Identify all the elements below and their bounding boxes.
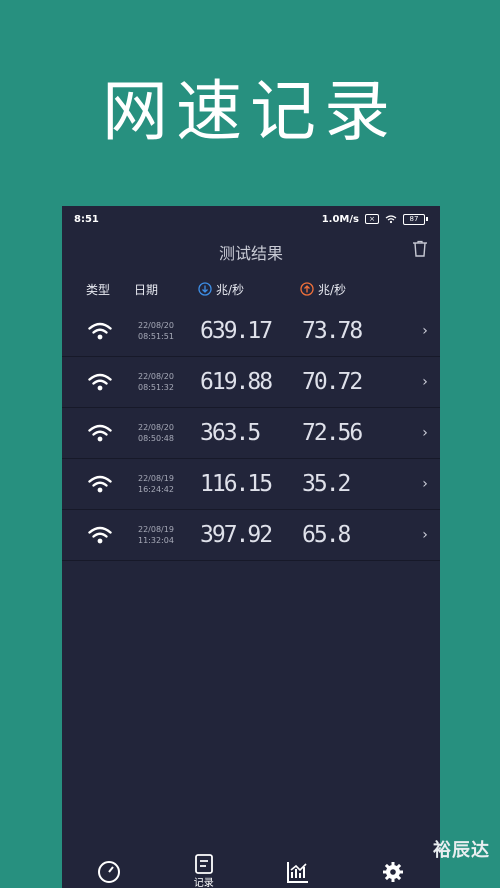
record-time: 16:24:42 <box>138 485 174 494</box>
speedometer-icon <box>98 861 121 883</box>
app-bar: 测试结果 <box>62 232 440 272</box>
record-download: 397.92 <box>200 522 273 548</box>
bottom-nav: 记录 <box>62 852 440 888</box>
chevron-right-icon[interactable]: › <box>410 527 440 543</box>
record-row[interactable]: 22/08/19 11:32:04 397.92 65.8 › <box>62 510 440 561</box>
column-upload-label: 兆/秒 <box>318 282 347 297</box>
column-header: 类型 日期 兆/秒 兆/秒 <box>62 272 440 306</box>
chevron-right-icon[interactable]: › <box>410 374 440 390</box>
record-date: 22/08/20 <box>138 372 174 381</box>
column-download: 兆/秒 <box>198 281 300 298</box>
status-bar: 8:51 1.0M/s × 87 <box>62 206 440 232</box>
record-upload: 72.56 <box>302 420 363 446</box>
nav-settings[interactable] <box>363 852 423 883</box>
column-download-label: 兆/秒 <box>216 282 245 297</box>
nav-speedtest[interactable] <box>79 852 139 884</box>
record-upload: 65.8 <box>302 522 351 548</box>
record-datetime: 22/08/20 08:51:32 <box>138 371 200 393</box>
battery-level: 87 <box>403 213 425 225</box>
record-time: 08:51:51 <box>138 332 174 341</box>
wifi-icon <box>62 475 138 493</box>
record-upload: 73.78 <box>302 318 363 344</box>
network-speed: 1.0M/s <box>321 213 359 225</box>
record-time: 08:51:32 <box>138 383 174 392</box>
trash-icon[interactable] <box>412 240 428 258</box>
promo-title: 网速记录 <box>102 73 398 150</box>
nav-records-label: 记录 <box>193 878 214 888</box>
nav-records[interactable]: 记录 <box>174 852 234 888</box>
wifi-icon <box>62 424 138 442</box>
nav-chart[interactable] <box>268 852 328 884</box>
status-time: 8:51 <box>74 213 99 225</box>
record-upload: 35.2 <box>302 471 351 497</box>
record-date: 22/08/19 <box>138 474 174 483</box>
phone-screen: 8:51 1.0M/s × 87 测试结果 类型 日期 兆/秒 兆/秒 22/0… <box>62 206 440 888</box>
record-time: 11:32:04 <box>138 536 174 545</box>
download-icon <box>198 282 212 296</box>
chevron-right-icon[interactable]: › <box>410 323 440 339</box>
record-row[interactable]: 22/08/20 08:51:51 639.17 73.78 › <box>62 306 440 357</box>
record-upload: 70.72 <box>302 369 363 395</box>
wifi-status-icon <box>385 214 397 223</box>
watermark: 裕辰达 <box>433 840 490 861</box>
record-date: 22/08/19 <box>138 525 174 534</box>
record-datetime: 22/08/19 11:32:04 <box>138 524 200 546</box>
record-datetime: 22/08/20 08:50:48 <box>138 422 200 444</box>
record-datetime: 22/08/20 08:51:51 <box>138 320 200 342</box>
column-date: 日期 <box>134 282 159 297</box>
sim-off-icon: × <box>365 214 379 224</box>
gear-icon <box>382 862 403 882</box>
record-download: 363.5 <box>200 420 261 446</box>
wifi-icon <box>62 526 138 544</box>
chevron-right-icon[interactable]: › <box>410 425 440 441</box>
page-title: 测试结果 <box>218 244 283 263</box>
record-icon <box>194 854 213 874</box>
column-upload: 兆/秒 <box>300 281 410 298</box>
records-list: 22/08/20 08:51:51 639.17 73.78 › 22/08/2… <box>62 306 440 561</box>
record-row[interactable]: 22/08/20 08:50:48 363.5 72.56 › <box>62 408 440 459</box>
record-row[interactable]: 22/08/19 16:24:42 116.15 35.2 › <box>62 459 440 510</box>
wifi-icon <box>62 322 138 340</box>
wifi-icon <box>62 373 138 391</box>
chart-icon <box>287 862 309 883</box>
record-download: 619.88 <box>200 369 273 395</box>
record-date: 22/08/20 <box>138 321 174 330</box>
record-download: 116.15 <box>200 471 273 497</box>
record-datetime: 22/08/19 16:24:42 <box>138 473 200 495</box>
upload-icon <box>300 282 314 296</box>
chevron-right-icon[interactable]: › <box>410 476 440 492</box>
battery-icon: 87 <box>403 213 428 225</box>
record-download: 639.17 <box>200 318 273 344</box>
record-row[interactable]: 22/08/20 08:51:32 619.88 70.72 › <box>62 357 440 408</box>
record-date: 22/08/20 <box>138 423 174 432</box>
record-time: 08:50:48 <box>138 434 174 443</box>
column-type: 类型 <box>86 282 111 297</box>
